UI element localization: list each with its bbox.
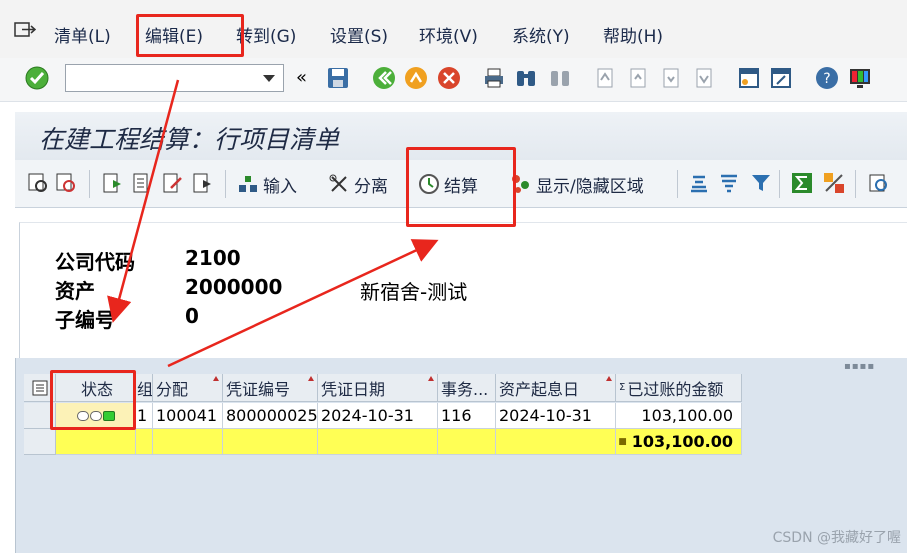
arrow-status-to-settle [167, 239, 439, 368]
arrow-edit-to-subnumber [107, 79, 180, 323]
annotation-arrows [107, 79, 439, 368]
watermark: CSDN @我藏好了喔 [772, 530, 901, 546]
